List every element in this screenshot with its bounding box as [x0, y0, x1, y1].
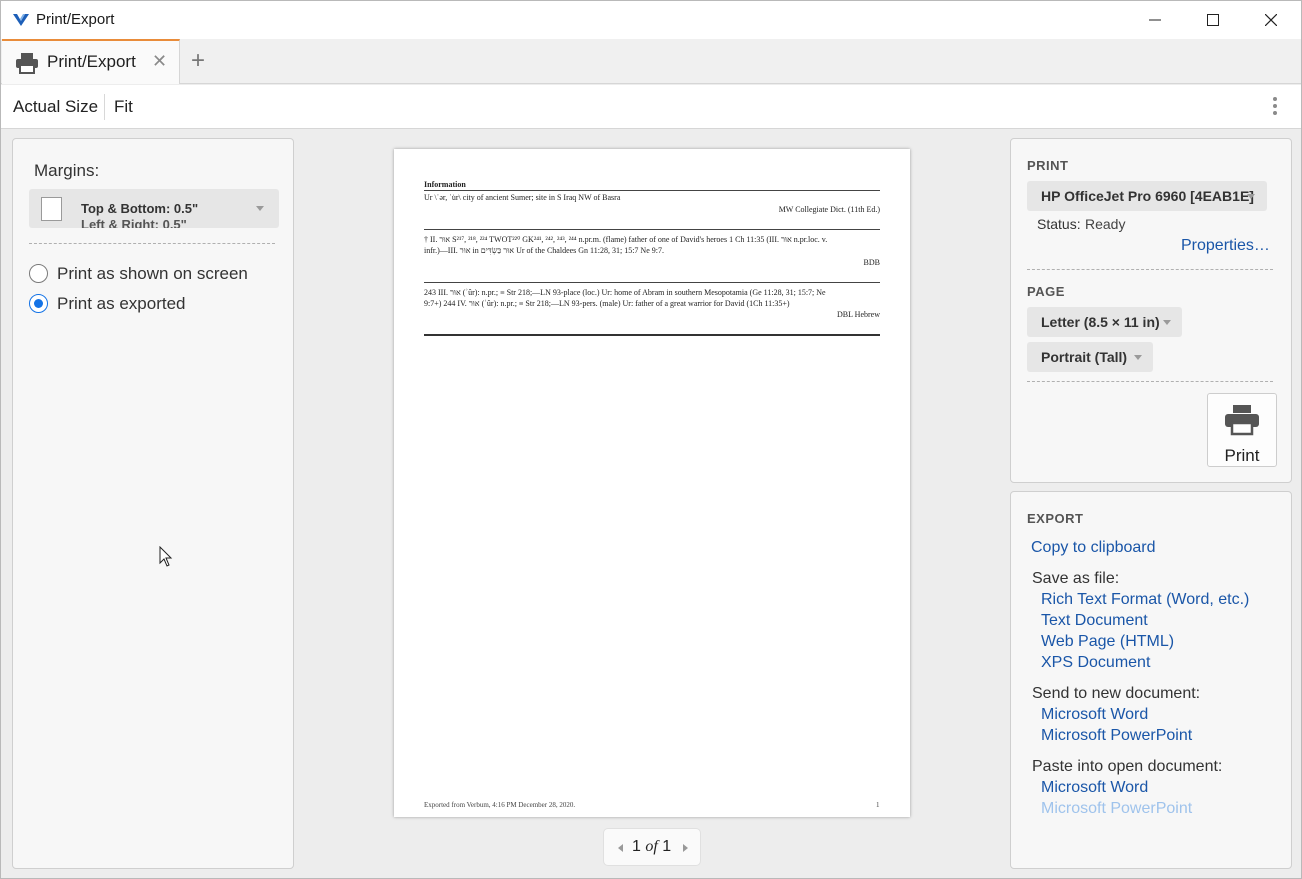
- print-panel: PRINT HP OfficeJet Pro 6960 [4EAB1E] Sta…: [1010, 138, 1292, 483]
- send-word-link[interactable]: Microsoft Word: [1041, 706, 1148, 724]
- previous-page-icon[interactable]: [618, 844, 623, 852]
- next-page-icon[interactable]: [683, 844, 688, 852]
- margins-dropdown[interactable]: Top & Bottom: 0.5" Left & Right: 0.5": [29, 189, 279, 228]
- send-powerpoint-link[interactable]: Microsoft PowerPoint: [1041, 727, 1192, 745]
- chevron-down-icon: [1247, 194, 1255, 199]
- entry-text: 243 III. אוּר (ʾûr): n.pr.; ≡ Str 218;—L…: [424, 288, 826, 297]
- entry-rule: [424, 229, 880, 230]
- mouse-cursor-icon: [159, 546, 173, 567]
- close-window-button[interactable]: [1242, 1, 1300, 39]
- send-to-new-label: Send to new document:: [1032, 685, 1201, 702]
- radio-button[interactable]: [29, 264, 48, 283]
- title-bar: Print/Export: [1, 1, 1301, 39]
- chevron-down-icon: [256, 206, 264, 211]
- chevron-down-icon: [1163, 320, 1171, 325]
- orientation-value: Portrait (Tall): [1041, 349, 1128, 365]
- divider: [1027, 381, 1273, 382]
- entry-rule: [424, 334, 880, 336]
- print-heading: PRINT: [1027, 158, 1069, 173]
- tab-label: Print/Export: [47, 52, 136, 71]
- save-html-link[interactable]: Web Page (HTML): [1041, 633, 1174, 651]
- print-export-window: Print/Export Print/Export ✕ + Actual Siz…: [0, 0, 1302, 879]
- option-label: Print as shown on screen: [57, 264, 248, 283]
- radio-button-selected[interactable]: [29, 294, 48, 313]
- entry-source: BDB: [863, 258, 880, 267]
- entry-text: infr.)—III. אוּר in אוּר כַּשְׂדִּים Ur …: [424, 246, 664, 255]
- status-label: Status:: [1037, 216, 1081, 232]
- divider: [29, 243, 275, 244]
- entry-rule: [424, 190, 880, 191]
- save-xps-link[interactable]: XPS Document: [1041, 654, 1150, 672]
- print-button-label: Print: [1224, 446, 1260, 465]
- print-preview-page: Information Ur \ˈər, ˈu̇r\ city of ancie…: [394, 149, 910, 817]
- toolbar-divider: [104, 94, 105, 120]
- divider: [1027, 269, 1273, 270]
- page-navigator: 1 of 1: [603, 828, 701, 866]
- paste-into-open-label: Paste into open document:: [1032, 758, 1223, 775]
- entry-text: † II. אוּר S²¹⁷, ²¹⁸, ²²⁴ TWOT²²⁰ GK²⁴¹,…: [424, 235, 828, 244]
- window-title: Print/Export: [36, 11, 115, 28]
- more-options-icon[interactable]: [1271, 97, 1279, 119]
- page-footer: Exported from Verbum, 4:16 PM December 2…: [424, 801, 576, 809]
- entry-heading: Information: [424, 180, 466, 189]
- export-panel: EXPORT Copy to clipboard Save as file: R…: [1010, 491, 1292, 869]
- printer-dropdown[interactable]: HP OfficeJet Pro 6960 [4EAB1E]: [1027, 181, 1267, 211]
- tab-close-icon[interactable]: ✕: [152, 51, 167, 72]
- tab-strip: Print/Export ✕ +: [1, 39, 1301, 84]
- margins-label: Margins:: [34, 161, 100, 180]
- page-number: 1: [876, 801, 880, 809]
- tab-print-export[interactable]: Print/Export ✕: [2, 39, 180, 84]
- verbum-logo-icon: [13, 14, 29, 26]
- paste-word-link[interactable]: Microsoft Word: [1041, 779, 1148, 797]
- close-icon: [1265, 14, 1277, 26]
- page-indicator: 1 of 1: [632, 838, 672, 855]
- minimize-button[interactable]: [1126, 1, 1184, 39]
- printer-icon: [16, 53, 38, 74]
- margins-value-secondary: Left & Right: 0.5": [81, 217, 187, 228]
- save-text-link[interactable]: Text Document: [1041, 612, 1148, 630]
- fit-button[interactable]: Fit: [114, 97, 133, 117]
- paste-powerpoint-link: Microsoft PowerPoint: [1041, 800, 1193, 817]
- toolbar: Actual Size Fit: [1, 85, 1301, 129]
- page-heading: PAGE: [1027, 284, 1065, 299]
- paper-size-dropdown[interactable]: Letter (8.5 × 11 in): [1027, 307, 1182, 337]
- save-rtf-link[interactable]: Rich Text Format (Word, etc.): [1041, 591, 1249, 609]
- print-button[interactable]: Print: [1207, 393, 1277, 467]
- option-label: Print as exported: [57, 294, 186, 313]
- minimize-icon: [1149, 19, 1161, 21]
- chevron-down-icon: [1134, 355, 1142, 360]
- actual-size-button[interactable]: Actual Size: [13, 97, 98, 117]
- maximize-button[interactable]: [1184, 1, 1242, 39]
- save-as-file-label: Save as file:: [1032, 570, 1120, 587]
- export-heading: EXPORT: [1027, 511, 1084, 526]
- entry-rule: [424, 282, 880, 283]
- page-thumbnail-icon: [41, 197, 62, 221]
- printer-icon: [1225, 405, 1259, 436]
- entry-source: DBL Hebrew: [836, 310, 880, 319]
- status-value: Ready: [1085, 216, 1126, 232]
- orientation-dropdown[interactable]: Portrait (Tall): [1027, 342, 1153, 372]
- maximize-icon: [1207, 14, 1219, 26]
- copy-to-clipboard-link[interactable]: Copy to clipboard: [1031, 539, 1156, 557]
- paper-size-value: Letter (8.5 × 11 in): [1041, 314, 1160, 330]
- add-tab-icon[interactable]: +: [191, 47, 205, 75]
- entry-source: MW Collegiate Dict. (11th Ed.): [778, 205, 880, 214]
- options-panel: Margins: Top & Bottom: 0.5" Left & Right…: [12, 138, 294, 869]
- margins-value: Top & Bottom: 0.5": [81, 201, 199, 216]
- printer-name: HP OfficeJet Pro 6960 [4EAB1E]: [1041, 188, 1254, 204]
- properties-link[interactable]: Properties…: [1181, 237, 1270, 255]
- entry-text: 9:7+) 244 IV. אוּר (ʾûr): n.pr.; ≡ Str 2…: [424, 299, 790, 308]
- entry-text: Ur \ˈər, ˈu̇r\ city of ancient Sumer; si…: [424, 193, 621, 202]
